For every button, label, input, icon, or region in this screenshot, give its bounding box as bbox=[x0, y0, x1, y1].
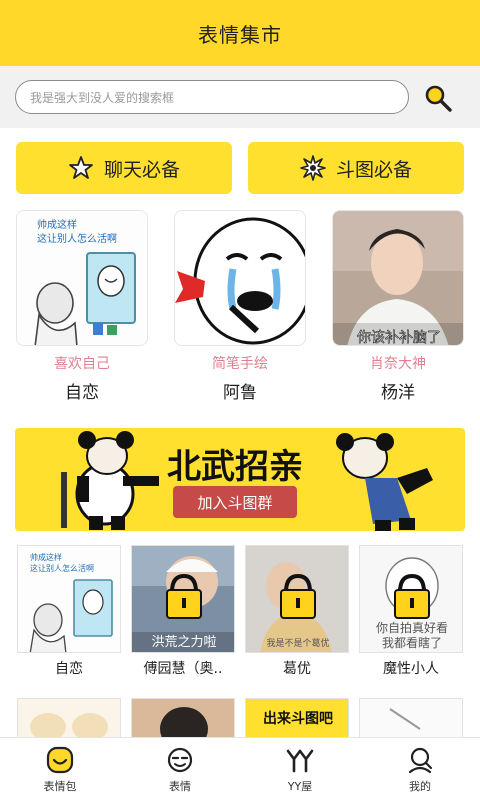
search-row: 我是强大到没人爱的搜索框 bbox=[0, 66, 480, 128]
mo-xing-thumb: 你自拍真好看 我都看瞎了 bbox=[360, 546, 462, 652]
banner-artwork: 北武招亲 加入斗图群 bbox=[15, 428, 465, 531]
pack-tile-mo-xing[interactable]: 你自拍真好看 我都看瞎了 bbox=[359, 545, 463, 653]
featured-card-alu[interactable] bbox=[174, 210, 306, 346]
chat-essentials-label: 聊天必备 bbox=[103, 158, 180, 181]
face-icon bbox=[167, 747, 193, 773]
tab-label: 表情 bbox=[169, 780, 191, 793]
pack-tile-fu-yuanhui[interactable]: 洪荒之力啦 bbox=[131, 545, 235, 653]
profile-icon bbox=[408, 747, 433, 774]
pack-name-1[interactable]: 傅园慧（奥.. bbox=[131, 658, 235, 678]
tab-emoji-packs[interactable]: 表情包 bbox=[0, 738, 120, 800]
tab-profile[interactable]: 我的 bbox=[360, 738, 480, 800]
tab-label: 表情包 bbox=[43, 780, 77, 793]
pack-tile-next-2[interactable]: 出来斗图吧 bbox=[245, 698, 349, 738]
tab-label: YY屋 bbox=[287, 780, 313, 793]
tab-label: 我的 bbox=[409, 780, 431, 793]
pack-name-0[interactable]: 自恋 bbox=[17, 658, 121, 678]
alu-sticker bbox=[175, 211, 305, 345]
burst-icon bbox=[300, 155, 326, 181]
top-bar: 表情集市 bbox=[0, 0, 480, 66]
thumb-caption-line1: 帅成这样 bbox=[30, 552, 62, 562]
pack-tile-next-3[interactable] bbox=[359, 698, 463, 738]
narcissist-thumb: 帅成这样 这让别人怎么活啊 bbox=[18, 546, 120, 652]
narcissist-sticker: 帅成这样 这让别人怎么活啊 bbox=[17, 211, 147, 345]
pack-tile-next-1[interactable] bbox=[131, 698, 235, 738]
thumb-caption-line1: 你自拍真好看 bbox=[376, 620, 448, 635]
featured-tag-0: 喜欢自己 bbox=[54, 356, 110, 372]
featured-card-yangyang[interactable]: 你该补补脑了 bbox=[332, 210, 464, 346]
next-thumb-0 bbox=[18, 699, 120, 737]
pack-tile-next-0[interactable] bbox=[17, 698, 121, 738]
pack-tile-ge-you[interactable]: 我是不是个葛优 bbox=[245, 545, 349, 653]
featured-name-1[interactable]: 阿鲁 bbox=[175, 378, 305, 403]
yangyang-photo: 你该补补脑了 bbox=[333, 211, 463, 346]
sticker-caption-line1: 帅成这样 bbox=[37, 218, 77, 231]
sticker-caption-line2: 这让别人怎么活啊 bbox=[37, 232, 117, 245]
next-thumb-3 bbox=[360, 699, 462, 737]
fu-yuanhui-thumb: 洪荒之力啦 bbox=[132, 546, 234, 652]
bottom-tab-bar: 表情包 表情 YY屋 我的 bbox=[0, 737, 480, 800]
pack-name-2[interactable]: 葛优 bbox=[245, 658, 349, 678]
next-thumb-caption: 出来斗图吧 bbox=[263, 710, 333, 727]
thumb-caption-line2: 我都看瞎了 bbox=[382, 635, 442, 650]
featured-name-0[interactable]: 自恋 bbox=[17, 378, 147, 403]
banner-join-button: 加入斗图群 bbox=[197, 494, 272, 512]
chat-essentials-button[interactable]: 聊天必备 bbox=[16, 142, 232, 194]
pack-tile-narcissist[interactable]: 帅成这样 这让别人怎么活啊 bbox=[17, 545, 121, 653]
tab-yy-house[interactable]: YY屋 bbox=[240, 738, 360, 800]
meme-battle-label: 斗图必备 bbox=[335, 158, 412, 181]
pack-name-3[interactable]: 魔性小人 bbox=[359, 658, 463, 678]
tab-emoticons[interactable]: 表情 bbox=[120, 738, 240, 800]
emoji-face-icon bbox=[46, 746, 74, 774]
banner-title: 北武招亲 bbox=[167, 447, 303, 487]
app-root: 表情集市 我是强大到没人爱的搜索框 聊天必备 斗图必备 帅成这样 这让别人怎么活… bbox=[0, 0, 480, 800]
thumb-caption: 我是不是个葛优 bbox=[266, 637, 329, 649]
photo-caption: 你该补补脑了 bbox=[357, 330, 441, 346]
featured-name-2[interactable]: 杨洋 bbox=[333, 378, 463, 403]
thumb-caption: 洪荒之力啦 bbox=[151, 635, 216, 650]
promo-banner[interactable]: 北武招亲 加入斗图群 bbox=[15, 428, 465, 531]
featured-card-narcissist[interactable]: 帅成这样 这让别人怎么活啊 bbox=[16, 210, 148, 346]
page-title: 表情集市 bbox=[198, 22, 282, 47]
thumb-caption-line2: 这让别人怎么活啊 bbox=[30, 563, 94, 573]
search-icon[interactable] bbox=[424, 84, 452, 112]
featured-tag-1: 简笔手绘 bbox=[212, 356, 268, 372]
search-input[interactable]: 我是强大到没人爱的搜索框 bbox=[15, 80, 409, 114]
star-icon bbox=[69, 156, 93, 179]
yy-icon bbox=[286, 749, 314, 773]
featured-tag-2: 肖奈大神 bbox=[370, 356, 426, 372]
meme-battle-button[interactable]: 斗图必备 bbox=[248, 142, 464, 194]
next-thumb-1 bbox=[132, 699, 234, 737]
next-thumb-2: 出来斗图吧 bbox=[246, 699, 348, 737]
ge-you-thumb: 我是不是个葛优 bbox=[246, 546, 348, 652]
